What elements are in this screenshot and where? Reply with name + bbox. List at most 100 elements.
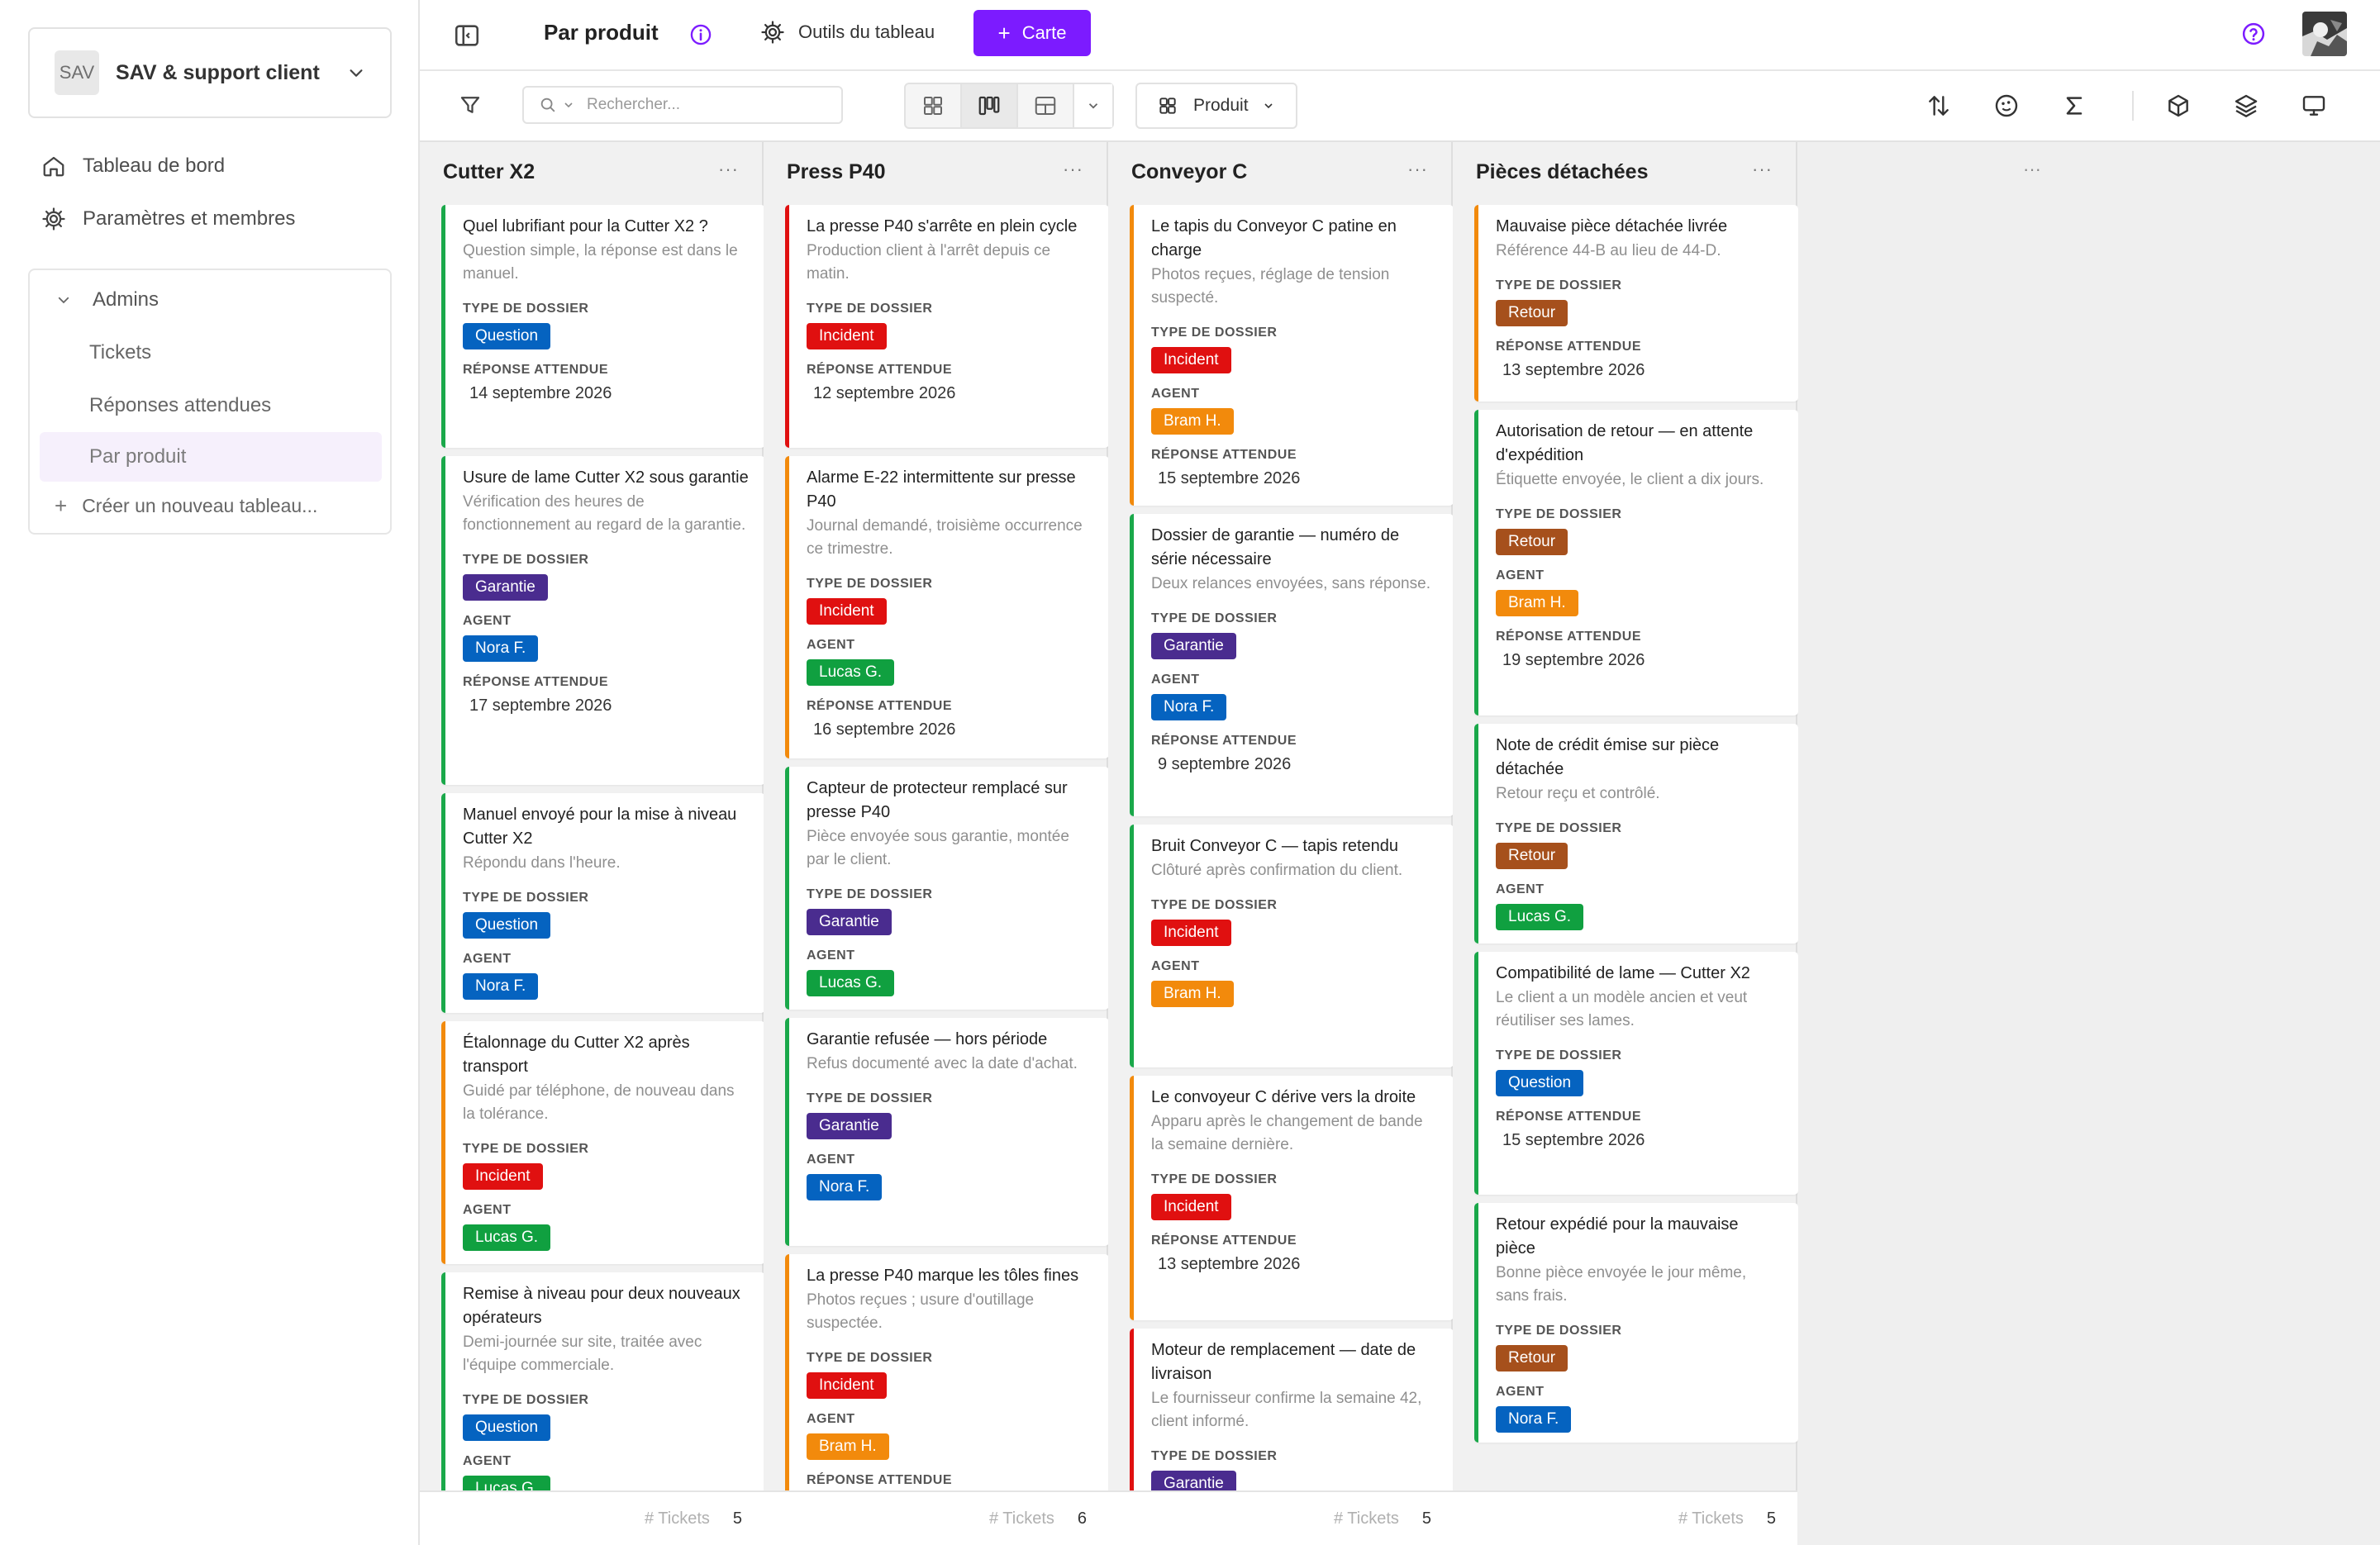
card-title: Retour expédié pour la mauvaise pièce <box>1496 1215 1739 1257</box>
column-menu-button[interactable]: ··· <box>1752 159 1773 180</box>
board-column: Conveyor C ··· Le tapis du Conveyor C pati… <box>1108 142 1454 1545</box>
field-label-due: RÉPONSE ATTENDUE <box>1496 630 1642 644</box>
field-label-type: TYPE DE DOSSIER <box>807 577 933 591</box>
due-date: 17 septembre 2026 <box>469 696 612 715</box>
chevron-down-icon <box>564 102 573 108</box>
add-column-menu[interactable]: ··· <box>2023 159 2041 180</box>
field-label-type: TYPE DE DOSSIER <box>1151 326 1278 340</box>
ticket-card[interactable]: Usure de lame Cutter X2 sous garantie Vér… <box>441 456 765 785</box>
footer-label: # Tickets <box>988 1509 1054 1528</box>
column-cards: La presse P40 s'arrête en plein cycle Pro… <box>785 205 1109 1490</box>
card-description: Retour reçu et contrôlé. <box>1496 785 1660 802</box>
ticket-card[interactable]: Remise à niveau pour deux nouveaux opéra… <box>441 1272 765 1490</box>
filter-icon[interactable] <box>458 93 483 117</box>
card-title: Note de crédit émise sur pièce détachée <box>1496 736 1720 778</box>
ticket-card[interactable]: La presse P40 s'arrête en plein cycle Pro… <box>785 205 1109 448</box>
sum-icon[interactable] <box>2061 93 2087 119</box>
type-badge: Garantie <box>807 1113 892 1139</box>
ticket-card[interactable]: Capteur de protecteur remplacé sur press… <box>785 767 1109 1010</box>
ticket-card[interactable]: Mauvaise pièce détachée livrée Référence … <box>1474 205 1798 402</box>
footer-label: # Tickets <box>1678 1509 1744 1528</box>
group-icon <box>1159 97 1176 114</box>
view-mode-more[interactable] <box>1074 84 1112 127</box>
chevron-down-icon <box>1088 103 1098 109</box>
help-icon[interactable] <box>2241 21 2266 46</box>
info-icon[interactable] <box>689 23 712 46</box>
card-title: Quel lubrifiant pour la Cutter X2 ? <box>463 217 708 235</box>
views-group-toggle[interactable]: Admins <box>56 288 159 311</box>
ticket-card[interactable]: Moteur de remplacement — date de livrais… <box>1130 1329 1454 1490</box>
column-menu-button[interactable]: ··· <box>1063 159 1083 180</box>
agent-badge: Nora F. <box>463 635 539 662</box>
due-date: 15 septembre 2026 <box>1158 469 1301 487</box>
card-description: Référence 44-B au lieu de 44-D. <box>1496 242 1721 259</box>
ticket-card[interactable]: La presse P40 marque les tôles fines Phot… <box>785 1254 1109 1490</box>
workspace-switcher[interactable]: SAV SAV & support client <box>28 27 392 118</box>
footer-count: 6 <box>1077 1509 1087 1528</box>
type-badge: Incident <box>463 1163 543 1190</box>
footer-count: 5 <box>1421 1509 1431 1528</box>
field-label-agent: AGENT <box>463 1454 512 1468</box>
board-tools-button[interactable]: Outils du tableau <box>760 20 935 45</box>
field-label-type: TYPE DE DOSSIER <box>1151 611 1278 625</box>
column-menu-button[interactable]: ··· <box>1407 159 1428 180</box>
type-badge: Incident <box>807 598 887 625</box>
card-title: Autorisation de retour — en attente d'ex… <box>1496 422 1754 464</box>
ticket-card[interactable]: Bruit Conveyor C — tapis retendu Clôturé … <box>1130 825 1454 1067</box>
user-avatar[interactable] <box>2302 12 2347 56</box>
ticket-card[interactable]: Le convoyeur C dérive vers la droite Appa… <box>1130 1076 1454 1320</box>
card-title: Bruit Conveyor C — tapis retendu <box>1151 837 1399 855</box>
view-mode-kanban[interactable] <box>962 84 1018 127</box>
field-label-type: TYPE DE DOSSIER <box>463 1393 589 1407</box>
card-description: Bonne pièce envoyée le jour même, sans f… <box>1496 1264 1747 1305</box>
view-item-reponses[interactable]: Réponses attendues <box>40 381 382 430</box>
view-mode-table[interactable] <box>1018 84 1074 127</box>
add-card-button[interactable]: + Carte <box>973 10 1091 56</box>
ticket-card[interactable]: Retour expédié pour la mauvaise pièce Bon… <box>1474 1203 1798 1443</box>
ticket-card[interactable]: Compatibilité de lame — Cutter X2 Le clie… <box>1474 952 1798 1195</box>
ticket-card[interactable]: Dossier de garantie — numéro de série né… <box>1130 514 1454 816</box>
sidebar-toggle-icon[interactable] <box>453 21 481 50</box>
view-mode-grid[interactable] <box>906 84 962 127</box>
workspace-avatar: SAV <box>55 50 99 95</box>
create-board-button[interactable]: + Créer un nouveau tableau... <box>55 493 317 519</box>
footer-count: 5 <box>1766 1509 1776 1528</box>
nav-settings[interactable]: Paramètres et membres <box>41 207 295 231</box>
agent-badge: Bram H. <box>1151 981 1234 1007</box>
column-menu-button[interactable]: ··· <box>718 159 739 180</box>
ticket-card[interactable]: Garantie refusée — hors période Refus doc… <box>785 1018 1109 1246</box>
layers-icon[interactable] <box>2233 93 2259 119</box>
ticket-card[interactable]: Étalonnage du Cutter X2 après transport G… <box>441 1021 765 1264</box>
group-by-label: Produit <box>1193 96 1249 115</box>
ticket-card[interactable]: Autorisation de retour — en attente d'ex… <box>1474 410 1798 715</box>
ticket-card[interactable]: Le tapis du Conveyor C patine en charge P… <box>1130 205 1454 506</box>
package-icon[interactable] <box>2165 93 2192 119</box>
card-description: Refus documenté avec la date d'achat. <box>807 1055 1078 1072</box>
board-column: Press P40 ··· La presse P40 s'arrête en pl… <box>764 142 1109 1545</box>
view-item-tickets[interactable]: Tickets <box>40 328 382 378</box>
due-date: 13 septembre 2026 <box>1502 361 1645 379</box>
nav-dashboard[interactable]: Tableau de bord <box>41 154 225 178</box>
card-title: Dossier de garantie — numéro de série né… <box>1151 526 1400 568</box>
ticket-card[interactable]: Manuel envoyé pour la mise à niveau Cutt… <box>441 793 765 1013</box>
field-label-agent: AGENT <box>1151 673 1200 687</box>
search-input[interactable]: Rechercher... <box>522 86 843 124</box>
field-label-type: TYPE DE DOSSIER <box>463 1142 589 1156</box>
field-label-agent: AGENT <box>807 1153 855 1167</box>
type-badge: Incident <box>807 1372 887 1399</box>
monitor-icon[interactable] <box>2301 93 2327 119</box>
ticket-card[interactable]: Note de crédit émise sur pièce détachée R… <box>1474 724 1798 944</box>
search-icon <box>540 97 555 112</box>
field-label-due: RÉPONSE ATTENDUE <box>1496 340 1642 354</box>
group-by-select[interactable]: Produit <box>1135 83 1297 129</box>
table-icon <box>1035 97 1056 115</box>
color-palette-icon[interactable] <box>1993 93 2020 119</box>
create-board-label: Créer un nouveau tableau... <box>82 495 318 516</box>
sort-icon[interactable] <box>1925 93 1952 119</box>
gear-icon <box>761 21 784 44</box>
view-item-par-produit[interactable]: Par produit <box>40 432 382 482</box>
ticket-card[interactable]: Quel lubrifiant pour la Cutter X2 ? Quest… <box>441 205 765 448</box>
chevron-down-icon <box>58 297 69 304</box>
top-bar: Par produit Outils du tableau + Carte <box>420 0 2380 71</box>
ticket-card[interactable]: Alarme E-22 intermittente sur presse P40… <box>785 456 1109 758</box>
